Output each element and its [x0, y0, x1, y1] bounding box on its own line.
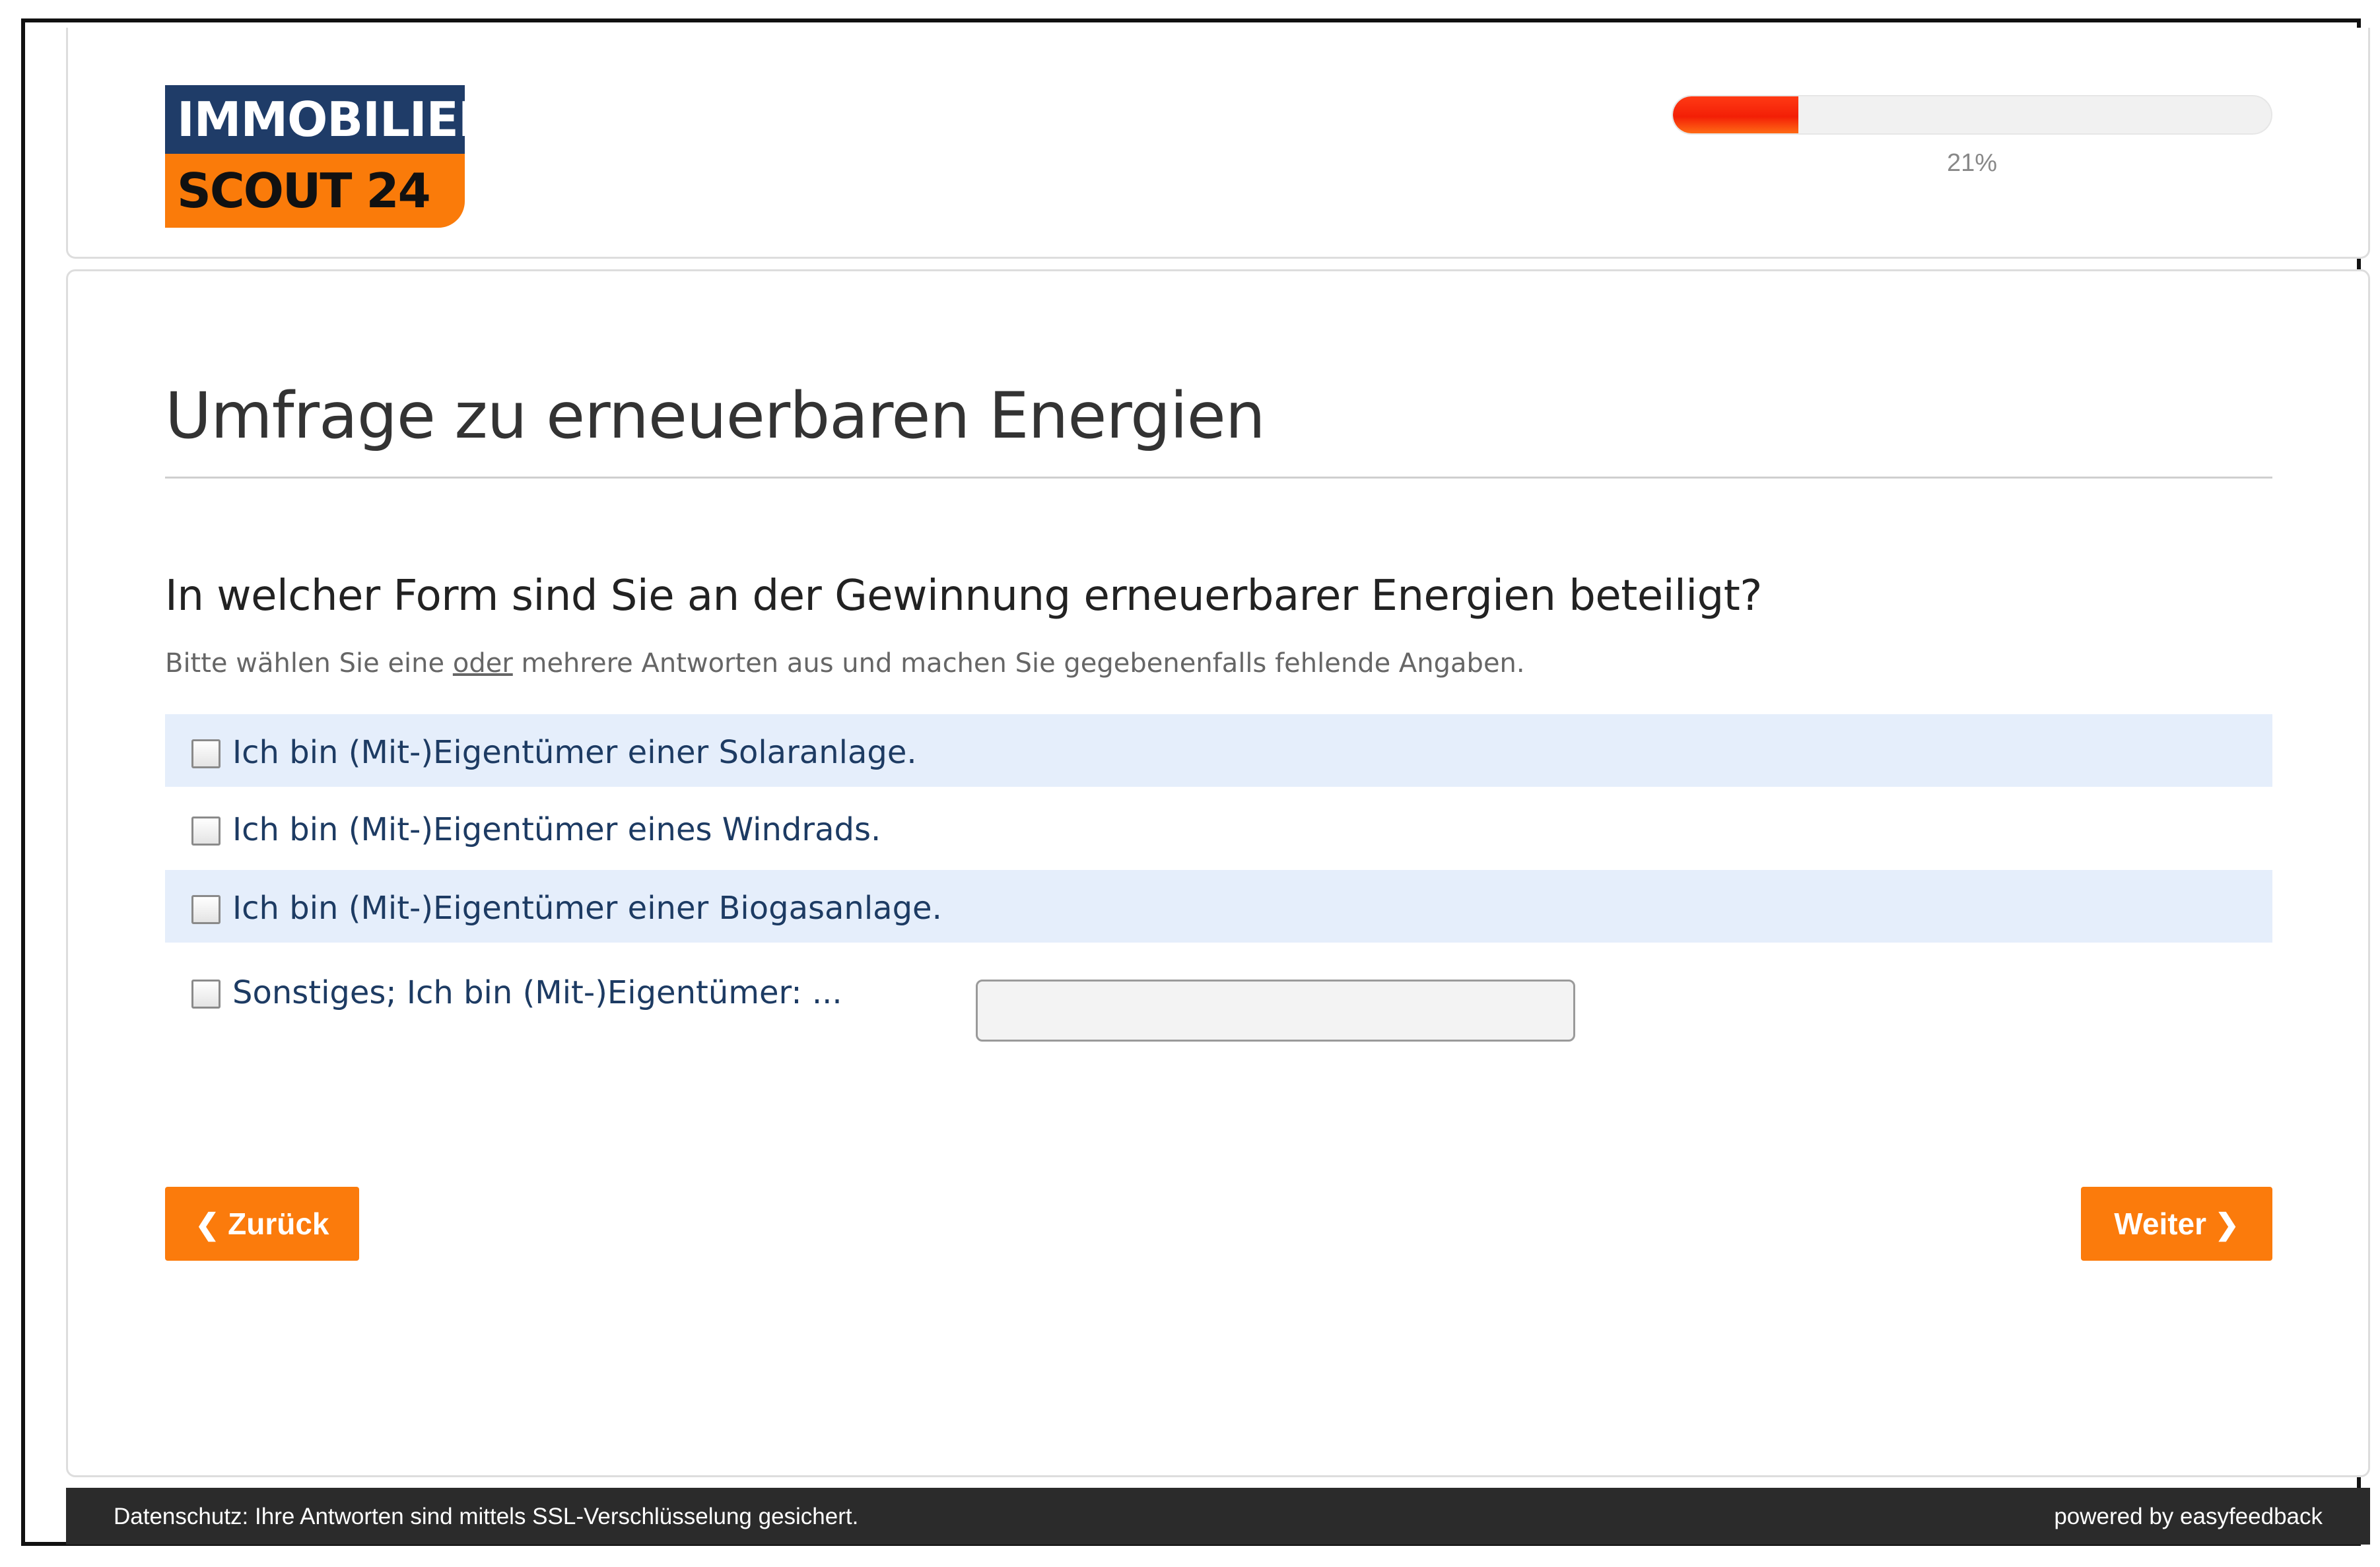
option-label[interactable]: Ich bin (Mit-)Eigentümer einer Solaranla…	[232, 734, 917, 771]
next-button-label: Weiter	[2114, 1207, 2207, 1241]
option-wind[interactable]: Ich bin (Mit-)Eigentümer eines Windrads.	[165, 791, 2272, 864]
option-solar[interactable]: Ich bin (Mit-)Eigentümer einer Solaranla…	[165, 714, 2272, 787]
progress-bar	[1672, 95, 2272, 135]
hint-text-end: mehrere Antworten aus und machen Sie geg…	[512, 648, 1525, 679]
other-text-input[interactable]	[976, 980, 1575, 1042]
option-label[interactable]: Sonstiges; Ich bin (Mit-)Eigentümer: ...	[232, 974, 842, 1011]
chevron-left-icon: ❮	[195, 1209, 220, 1241]
hint-text-start: Bitte wählen Sie eine	[165, 648, 453, 679]
chevron-right-icon: ❯	[2214, 1209, 2239, 1241]
option-label[interactable]: Ich bin (Mit-)Eigentümer eines Windrads.	[232, 811, 881, 848]
checkbox-solar[interactable]	[191, 739, 221, 768]
footer-bar: Datenschutz: Ihre Antworten sind mittels…	[66, 1488, 2370, 1545]
back-button[interactable]: ❮ Zurück	[165, 1187, 359, 1261]
powered-by-link[interactable]: powered by easyfeedback	[2054, 1504, 2323, 1530]
question-text: In welcher Form sind Sie an der Gewinnun…	[165, 572, 1762, 620]
title-divider	[165, 477, 2272, 479]
page-frame: IMMOBILIEN SCOUT 24 21% Umfrage zu erneu…	[21, 18, 2370, 1546]
immobilienscout24-logo: IMMOBILIEN SCOUT 24	[165, 85, 498, 230]
progress-percent: 21%	[1946, 149, 1998, 177]
checkbox-other[interactable]	[191, 980, 221, 1009]
page-title: Umfrage zu erneuerbaren Energien	[165, 379, 1266, 453]
option-biogas[interactable]: Ich bin (Mit-)Eigentümer einer Biogasanl…	[165, 870, 2272, 943]
back-button-label: Zurück	[228, 1207, 329, 1241]
checkbox-wind[interactable]	[191, 817, 221, 846]
question-hint: Bitte wählen Sie eine oder mehrere Antwo…	[165, 648, 1525, 679]
progress-bar-fill	[1673, 96, 1799, 133]
option-label[interactable]: Ich bin (Mit-)Eigentümer einer Biogasanl…	[232, 890, 942, 927]
logo-line-2: SCOUT 24	[165, 154, 465, 228]
hint-text-underlined: oder	[452, 648, 513, 679]
logo-line-1: IMMOBILIEN	[165, 85, 498, 154]
checkbox-biogas[interactable]	[191, 895, 221, 924]
next-button[interactable]: Weiter ❯	[2081, 1187, 2272, 1261]
privacy-notice: Datenschutz: Ihre Antworten sind mittels…	[114, 1504, 859, 1529]
